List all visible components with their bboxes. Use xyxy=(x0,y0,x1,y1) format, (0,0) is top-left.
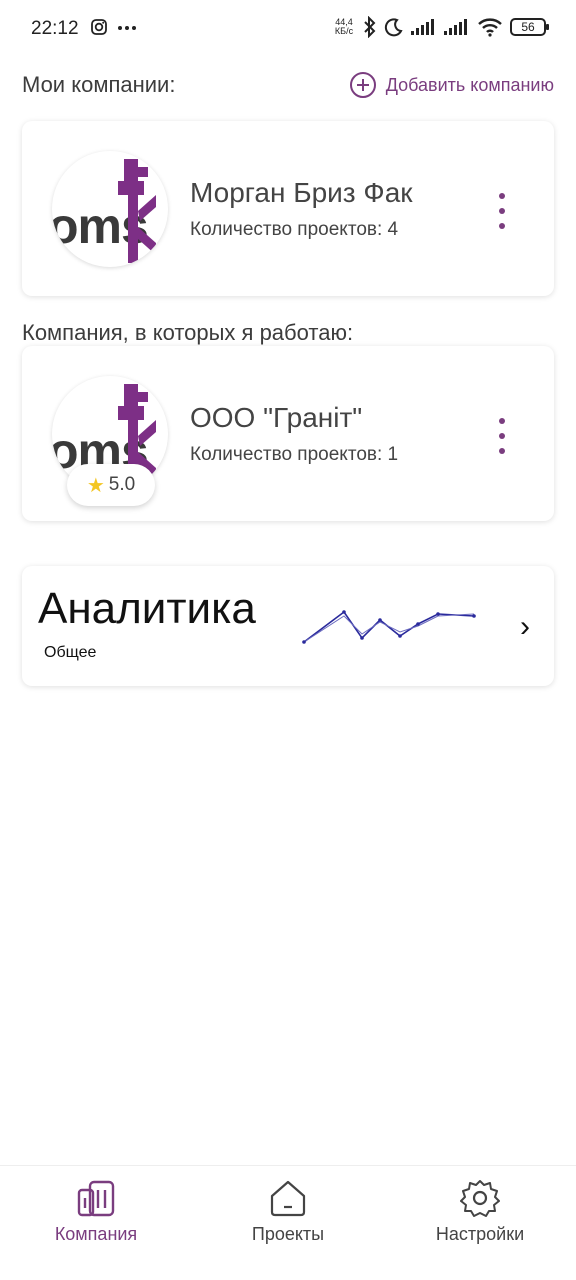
rating-badge: ★ 5.0 xyxy=(67,464,155,506)
instagram-icon xyxy=(91,19,107,35)
gear-icon xyxy=(460,1180,500,1217)
chevron-right-icon[interactable]: › xyxy=(520,610,530,644)
status-time: 22:12 xyxy=(31,18,79,39)
more-vertical-icon xyxy=(499,418,505,424)
oms-logo-icon: oms xyxy=(52,159,156,263)
buildings-icon xyxy=(77,1180,115,1217)
wifi-icon xyxy=(478,18,502,37)
nav-item-settings[interactable]: Настройки xyxy=(400,1178,560,1245)
analytics-subtitle: Общее xyxy=(44,644,97,661)
nav-label-company: Компания xyxy=(54,1224,138,1244)
company-card[interactable]: oms ★ 5.0 ООО "Граніт" Количество проект… xyxy=(22,346,554,521)
plus-circle-icon xyxy=(349,72,376,98)
star-icon: ★ xyxy=(86,474,105,497)
analytics-card[interactable]: Аналитика Общее › xyxy=(22,566,554,686)
more-vertical-icon xyxy=(499,193,505,199)
company-projects-count: Количество проектов: 1 xyxy=(190,444,399,465)
status-bar: 22:12 44,4 КБ/с 56 xyxy=(0,0,576,58)
moon-icon xyxy=(384,18,403,37)
signal-icon xyxy=(411,19,434,35)
bluetooth-icon xyxy=(364,16,376,38)
bottom-nav: Компания Проекты Настройки xyxy=(0,1165,576,1280)
nav-label-projects: Проекты xyxy=(251,1224,325,1244)
work-companies-title: Компания, в которых я работаю: xyxy=(22,320,354,345)
analytics-title: Аналитика xyxy=(38,584,256,633)
nav-item-company[interactable]: Компания xyxy=(16,1178,176,1245)
signal-icon xyxy=(444,19,467,35)
nav-item-projects[interactable]: Проекты xyxy=(208,1178,368,1245)
company-menu-button[interactable] xyxy=(492,418,512,454)
company-card[interactable]: oms Морган Бриз Фак Количество проектов:… xyxy=(22,121,554,296)
add-company-label: Добавить компанию xyxy=(385,74,554,95)
company-name: Морган Бриз Фак xyxy=(190,177,413,208)
company-projects-count: Количество проектов: 4 xyxy=(190,219,399,240)
company-logo: oms xyxy=(52,151,168,267)
rating-value: 5.0 xyxy=(108,474,136,495)
nav-label-settings: Настройки xyxy=(435,1224,525,1244)
battery-icon: 56 xyxy=(510,18,549,36)
analytics-sparkline-icon xyxy=(302,610,476,644)
more-icon xyxy=(118,26,136,30)
home-icon xyxy=(270,1180,306,1217)
company-name: ООО "Граніт" xyxy=(190,402,363,433)
add-company-button[interactable]: Добавить компанию xyxy=(349,72,554,98)
company-menu-button[interactable] xyxy=(492,193,512,229)
my-companies-title: Мои компании: xyxy=(22,72,176,97)
net-speed: 44,4 КБ/с xyxy=(334,17,354,36)
